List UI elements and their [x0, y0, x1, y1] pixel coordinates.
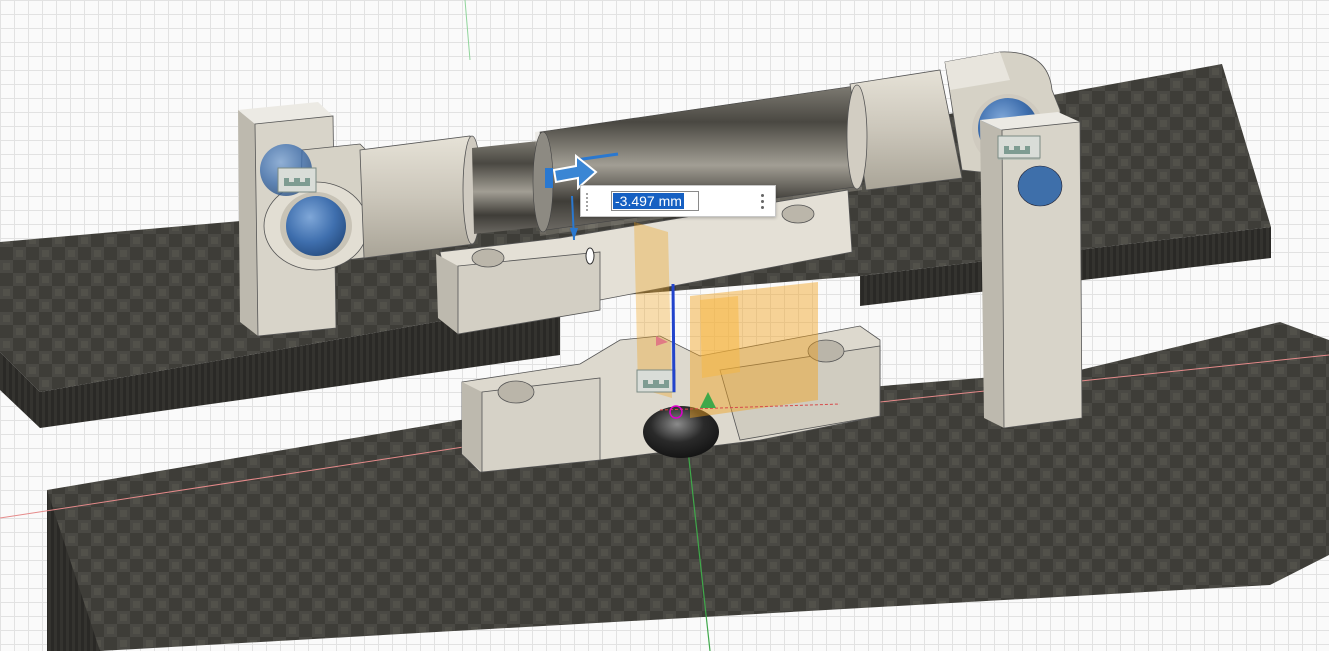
ball-bearing-left	[286, 196, 346, 256]
grip-icon[interactable]	[585, 192, 589, 212]
more-options-icon[interactable]	[757, 191, 767, 213]
dimension-input-box[interactable]: -3.497 mm	[580, 185, 776, 217]
distance-value: -3.497 mm	[613, 193, 684, 209]
joint-marker-right[interactable]	[997, 135, 1041, 159]
joint-marker-center[interactable]	[636, 369, 676, 393]
distance-input-field[interactable]: -3.497 mm	[611, 191, 699, 211]
z-axis-line	[671, 283, 676, 393]
y-axis-line	[464, 0, 471, 61]
3d-scene[interactable]	[0, 0, 1329, 651]
joint-marker-left[interactable]	[277, 167, 317, 193]
3d-viewport[interactable]: -3.497 mm	[0, 0, 1329, 651]
right-post[interactable]	[980, 112, 1083, 429]
